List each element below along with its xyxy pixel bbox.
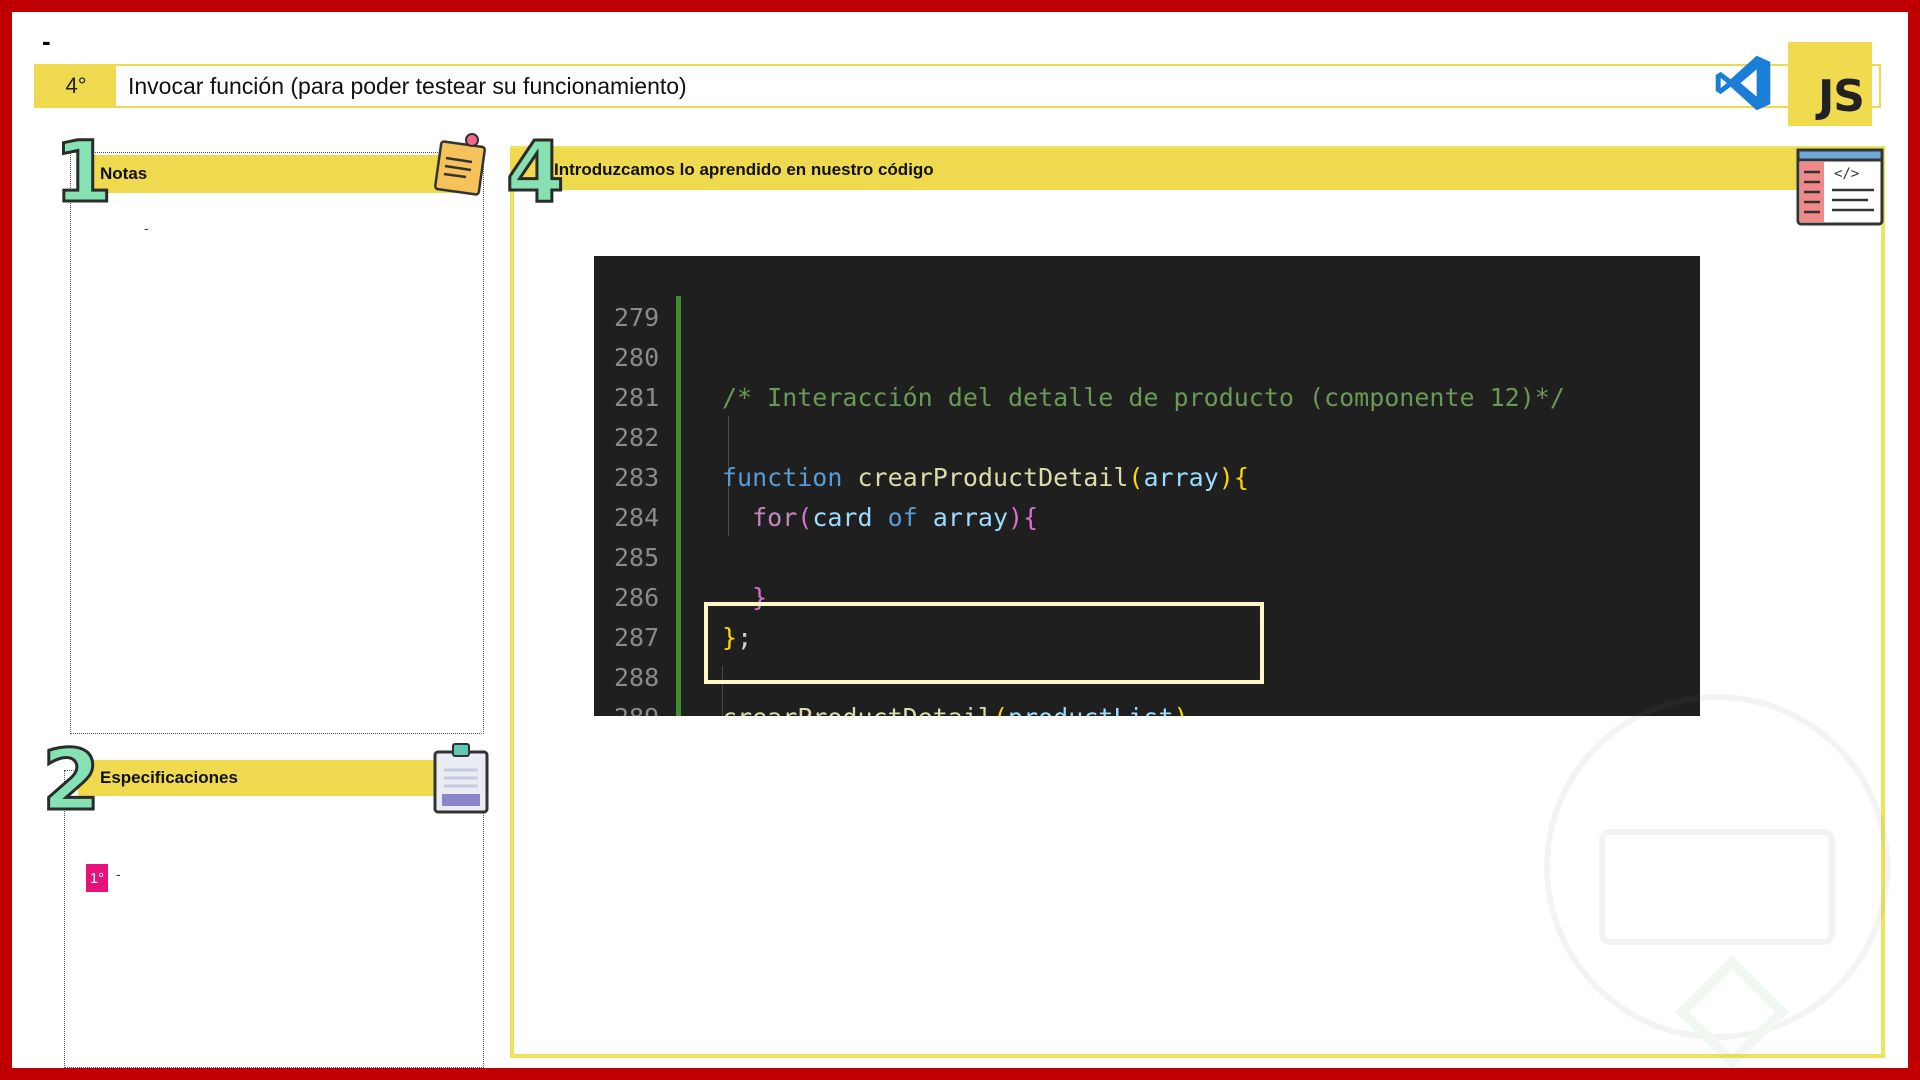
code-section-title: Introduzcamos lo aprendido en nuestro có… bbox=[554, 160, 934, 179]
code-brace: { bbox=[1233, 463, 1249, 492]
code-line-288: 288 crearProductDetail(productList) bbox=[594, 618, 1189, 716]
code-line-280: 280 /* Interacción del detalle de produc… bbox=[594, 298, 1565, 412]
code-line-281: 281 bbox=[594, 338, 684, 412]
specs-title: Especificaciones bbox=[100, 768, 238, 787]
js-logo: JS bbox=[1788, 42, 1872, 126]
top-dash: - bbox=[42, 26, 51, 56]
svg-text:</>: </> bbox=[1834, 166, 1859, 182]
code-param: array bbox=[1143, 463, 1219, 492]
clipboard-icon bbox=[433, 743, 489, 814]
code-paren: ( bbox=[993, 703, 1008, 716]
code-line-286: 286 }; bbox=[594, 538, 752, 652]
section-number-specs: 2 bbox=[40, 731, 101, 829]
code-paren: ( bbox=[1128, 463, 1144, 492]
code-line-289: 289 bbox=[594, 658, 684, 716]
specs-content: - bbox=[116, 866, 121, 882]
line-number: 289 bbox=[614, 698, 674, 716]
step-title: Invocar función (para poder testear su f… bbox=[128, 73, 687, 99]
code-function-name: crearProductDetail bbox=[857, 463, 1129, 492]
sticky-note-icon bbox=[434, 133, 486, 196]
code-paren: ) bbox=[1218, 463, 1234, 492]
code-variable: array bbox=[932, 503, 1009, 532]
notes-title: Notas bbox=[100, 164, 148, 183]
notes-box bbox=[70, 152, 484, 734]
code-argument: productList bbox=[1008, 703, 1174, 716]
js-logo-text: JS bbox=[1817, 71, 1865, 122]
vscode-logo bbox=[1715, 55, 1771, 111]
code-function-call: crearProductDetail bbox=[722, 703, 993, 716]
code-paren: ) bbox=[1008, 503, 1024, 532]
highlight-box bbox=[704, 602, 1264, 684]
code-line-287: 287 bbox=[594, 578, 684, 652]
code-line-284: 284 bbox=[594, 458, 684, 532]
code-variable: card bbox=[812, 503, 873, 532]
code-paren: ) bbox=[1174, 703, 1189, 716]
code-line-282: 282 function crearProductDetail(array){ bbox=[594, 378, 1249, 492]
code-editor: 279 280 /* Interacción del detalle de pr… bbox=[594, 256, 1700, 716]
slide: - 4° Invocar función (para poder testear… bbox=[12, 12, 1908, 1068]
code-line-285: 285 } bbox=[594, 498, 767, 612]
specs-box bbox=[64, 770, 484, 1068]
notes-content: - bbox=[144, 220, 149, 236]
spec-step-badge: 1° bbox=[86, 864, 108, 892]
code-keyword: for bbox=[752, 503, 798, 532]
watermark-logo bbox=[1544, 694, 1890, 1068]
code-text: crearProductDetail(productList) bbox=[722, 698, 1189, 716]
step-bar: 4° Invocar función (para poder testear s… bbox=[34, 64, 1881, 108]
code-brace: { bbox=[1023, 503, 1039, 532]
code-text: function crearProductDetail(array){ bbox=[722, 458, 1249, 498]
code-paren: ( bbox=[797, 503, 813, 532]
code-keyword: of bbox=[887, 503, 918, 532]
code-window-icon: </> bbox=[1796, 148, 1884, 226]
code-text: for(card of array){ bbox=[722, 498, 1038, 538]
code-comment: /* Interacción del detalle de producto (… bbox=[722, 383, 1565, 412]
code-line-283: 283 for(card of array){ bbox=[594, 418, 1038, 532]
code-line-279: 279 bbox=[594, 258, 684, 332]
code-keyword: function bbox=[722, 463, 843, 492]
step-number: 4° bbox=[36, 66, 116, 106]
